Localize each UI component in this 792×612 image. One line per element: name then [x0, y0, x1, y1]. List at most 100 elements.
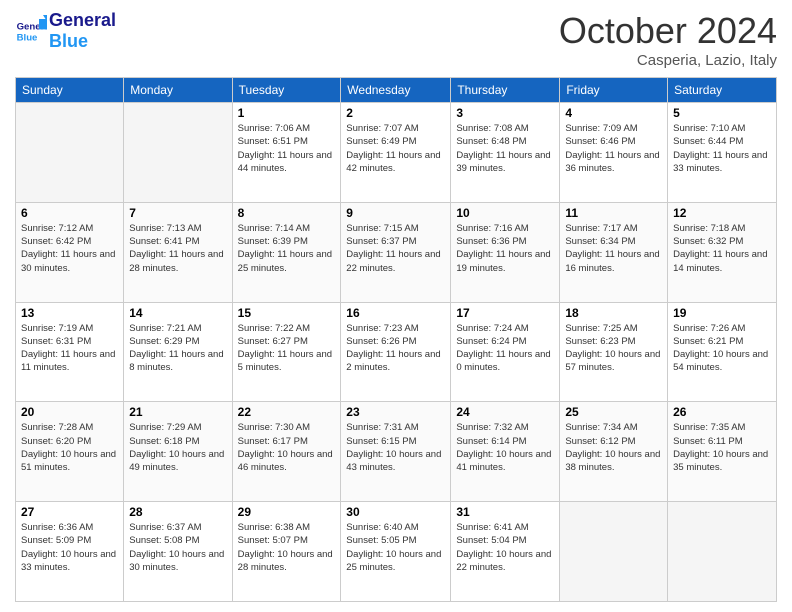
day-number: 14 — [129, 306, 226, 320]
day-info: Sunrise: 7:24 AMSunset: 6:24 PMDaylight:… — [456, 322, 554, 375]
day-number: 3 — [456, 106, 554, 120]
table-row: 10 Sunrise: 7:16 AMSunset: 6:36 PMDayligh… — [451, 202, 560, 302]
day-number: 27 — [21, 505, 118, 519]
day-number: 7 — [129, 206, 226, 220]
table-row: 2 Sunrise: 7:07 AMSunset: 6:49 PMDaylight… — [341, 103, 451, 203]
table-row: 15Sunrise: 7:22 AMSunset: 6:27 PMDayligh… — [232, 302, 341, 402]
day-info: Sunrise: 7:10 AMSunset: 6:44 PMDaylight:… — [673, 122, 771, 175]
day-number: 4 — [565, 106, 662, 120]
day-number: 17 — [456, 306, 554, 320]
day-info: Sunrise: 7:16 AMSunset: 6:36 PMDaylight:… — [456, 222, 554, 275]
table-row: 16 Sunrise: 7:23 AMSunset: 6:26 PMDayligh… — [341, 302, 451, 402]
table-row: 23 Sunrise: 7:31 AMSunset: 6:15 PMDayligh… — [341, 402, 451, 502]
day-number: 24 — [456, 405, 554, 419]
logo-text: General Blue — [49, 10, 116, 52]
day-info: Sunrise: 7:15 AMSunset: 6:37 PMDaylight:… — [346, 222, 445, 275]
col-sunday: Sunday — [16, 78, 124, 103]
table-row: 20Sunrise: 7:28 AMSunset: 6:20 PMDayligh… — [16, 402, 124, 502]
day-number: 18 — [565, 306, 662, 320]
table-row: 4 Sunrise: 7:09 AMSunset: 6:46 PMDaylight… — [560, 103, 668, 203]
day-info: Sunrise: 7:08 AMSunset: 6:48 PMDaylight:… — [456, 122, 554, 175]
day-info: Sunrise: 7:30 AMSunset: 6:17 PMDaylight:… — [238, 421, 336, 474]
table-row: 29 Sunrise: 6:38 AMSunset: 5:07 PMDayligh… — [232, 502, 341, 602]
day-info: Sunrise: 7:13 AMSunset: 6:41 PMDaylight:… — [129, 222, 226, 275]
day-number: 26 — [673, 405, 771, 419]
table-row: 27Sunrise: 6:36 AMSunset: 5:09 PMDayligh… — [16, 502, 124, 602]
header-row: Sunday Monday Tuesday Wednesday Thursday… — [16, 78, 777, 103]
day-info: Sunrise: 7:07 AMSunset: 6:49 PMDaylight:… — [346, 122, 445, 175]
table-row — [16, 103, 124, 203]
page: General Blue General Blue October 2024 C… — [0, 0, 792, 612]
title-block: October 2024 Casperia, Lazio, Italy — [559, 10, 777, 69]
day-info: Sunrise: 7:18 AMSunset: 6:32 PMDaylight:… — [673, 222, 771, 275]
logo: General Blue General Blue — [15, 10, 116, 52]
logo-icon: General Blue — [15, 15, 47, 47]
day-info: Sunrise: 7:29 AMSunset: 6:18 PMDaylight:… — [129, 421, 226, 474]
day-info: Sunrise: 7:23 AMSunset: 6:26 PMDaylight:… — [346, 322, 445, 375]
logo-general: General — [49, 10, 116, 30]
day-info: Sunrise: 7:09 AMSunset: 6:46 PMDaylight:… — [565, 122, 662, 175]
table-row: 9Sunrise: 7:15 AMSunset: 6:37 PMDaylight… — [341, 202, 451, 302]
week-row-4: 20Sunrise: 7:28 AMSunset: 6:20 PMDayligh… — [16, 402, 777, 502]
table-row: 14Sunrise: 7:21 AMSunset: 6:29 PMDayligh… — [124, 302, 232, 402]
day-number: 28 — [129, 505, 226, 519]
day-info: Sunrise: 7:34 AMSunset: 6:12 PMDaylight:… — [565, 421, 662, 474]
table-row: 21Sunrise: 7:29 AMSunset: 6:18 PMDayligh… — [124, 402, 232, 502]
col-friday: Friday — [560, 78, 668, 103]
table-row: 3 Sunrise: 7:08 AMSunset: 6:48 PMDaylight… — [451, 103, 560, 203]
week-row-1: 1Sunrise: 7:06 AMSunset: 6:51 PMDaylight… — [16, 103, 777, 203]
table-row: 18 Sunrise: 7:25 AMSunset: 6:23 PMDayligh… — [560, 302, 668, 402]
day-number: 25 — [565, 405, 662, 419]
day-info: Sunrise: 7:19 AMSunset: 6:31 PMDaylight:… — [21, 322, 118, 375]
col-monday: Monday — [124, 78, 232, 103]
day-number: 30 — [346, 505, 445, 519]
day-number: 19 — [673, 306, 771, 320]
day-info: Sunrise: 6:40 AMSunset: 5:05 PMDaylight:… — [346, 521, 445, 574]
day-number: 11 — [565, 206, 662, 220]
day-number: 6 — [21, 206, 118, 220]
day-info: Sunrise: 7:31 AMSunset: 6:15 PMDaylight:… — [346, 421, 445, 474]
day-info: Sunrise: 7:26 AMSunset: 6:21 PMDaylight:… — [673, 322, 771, 375]
day-info: Sunrise: 6:38 AMSunset: 5:07 PMDaylight:… — [238, 521, 336, 574]
table-row: 1Sunrise: 7:06 AMSunset: 6:51 PMDaylight… — [232, 103, 341, 203]
day-info: Sunrise: 7:32 AMSunset: 6:14 PMDaylight:… — [456, 421, 554, 474]
table-row: 11 Sunrise: 7:17 AMSunset: 6:34 PMDayligh… — [560, 202, 668, 302]
month-title: October 2024 — [559, 10, 777, 52]
day-number: 5 — [673, 106, 771, 120]
day-info: Sunrise: 7:28 AMSunset: 6:20 PMDaylight:… — [21, 421, 118, 474]
day-info: Sunrise: 6:37 AMSunset: 5:08 PMDaylight:… — [129, 521, 226, 574]
day-info: Sunrise: 7:12 AMSunset: 6:42 PMDaylight:… — [21, 222, 118, 275]
table-row: 17 Sunrise: 7:24 AMSunset: 6:24 PMDayligh… — [451, 302, 560, 402]
table-row: 24 Sunrise: 7:32 AMSunset: 6:14 PMDayligh… — [451, 402, 560, 502]
day-info: Sunrise: 7:06 AMSunset: 6:51 PMDaylight:… — [238, 122, 336, 175]
table-row: 8 Sunrise: 7:14 AMSunset: 6:39 PMDaylight… — [232, 202, 341, 302]
table-row — [560, 502, 668, 602]
col-tuesday: Tuesday — [232, 78, 341, 103]
day-number: 23 — [346, 405, 445, 419]
day-number: 10 — [456, 206, 554, 220]
day-info: Sunrise: 7:17 AMSunset: 6:34 PMDaylight:… — [565, 222, 662, 275]
svg-text:Blue: Blue — [17, 33, 38, 44]
logo-blue: Blue — [49, 31, 88, 51]
col-wednesday: Wednesday — [341, 78, 451, 103]
day-info: Sunrise: 7:25 AMSunset: 6:23 PMDaylight:… — [565, 322, 662, 375]
table-row: 12Sunrise: 7:18 AMSunset: 6:32 PMDayligh… — [668, 202, 777, 302]
day-number: 16 — [346, 306, 445, 320]
table-row: 19 Sunrise: 7:26 AMSunset: 6:21 PMDayligh… — [668, 302, 777, 402]
day-number: 22 — [238, 405, 336, 419]
table-row: 22 Sunrise: 7:30 AMSunset: 6:17 PMDayligh… — [232, 402, 341, 502]
table-row: 6 Sunrise: 7:12 AMSunset: 6:42 PMDaylight… — [16, 202, 124, 302]
day-number: 2 — [346, 106, 445, 120]
day-number: 8 — [238, 206, 336, 220]
table-row: 26Sunrise: 7:35 AMSunset: 6:11 PMDayligh… — [668, 402, 777, 502]
table-row: 7 Sunrise: 7:13 AMSunset: 6:41 PMDaylight… — [124, 202, 232, 302]
col-saturday: Saturday — [668, 78, 777, 103]
location-subtitle: Casperia, Lazio, Italy — [559, 52, 777, 69]
col-thursday: Thursday — [451, 78, 560, 103]
day-number: 29 — [238, 505, 336, 519]
day-info: Sunrise: 7:14 AMSunset: 6:39 PMDaylight:… — [238, 222, 336, 275]
week-row-5: 27Sunrise: 6:36 AMSunset: 5:09 PMDayligh… — [16, 502, 777, 602]
table-row: 13Sunrise: 7:19 AMSunset: 6:31 PMDayligh… — [16, 302, 124, 402]
day-info: Sunrise: 6:41 AMSunset: 5:04 PMDaylight:… — [456, 521, 554, 574]
table-row: 25 Sunrise: 7:34 AMSunset: 6:12 PMDayligh… — [560, 402, 668, 502]
